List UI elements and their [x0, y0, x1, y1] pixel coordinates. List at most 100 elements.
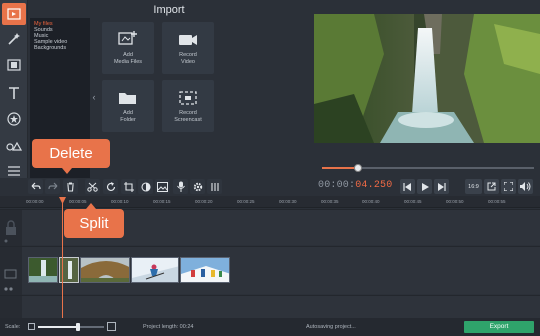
timeline-playhead[interactable]: [62, 198, 63, 318]
record-audio-button[interactable]: [173, 179, 188, 194]
folder-icon: [119, 93, 136, 104]
rotate-icon: [106, 181, 115, 191]
add-media-files-button[interactable]: Add Media Files: [102, 22, 154, 74]
record-video-label: Record Video: [179, 52, 197, 65]
delete-button[interactable]: [63, 179, 78, 194]
video-clip[interactable]: [180, 257, 230, 283]
more-tools-button[interactable]: [2, 160, 26, 182]
ruler-tick: 00:00:10: [111, 199, 129, 204]
lock-icon: [4, 220, 16, 243]
external-window-icon: [487, 182, 496, 191]
waterfall-thumbnail: [29, 258, 57, 282]
play-icon: [421, 182, 429, 191]
add-media-icon: [118, 31, 137, 45]
add-folder-label: Add Folder: [120, 110, 136, 123]
split-callout: Split: [64, 203, 124, 238]
ruler-tick: 00:00:30: [279, 199, 297, 204]
ruler-tick: 00:00:25: [237, 199, 255, 204]
timeline-scale-handle[interactable]: [76, 323, 80, 331]
stickers-tool-button[interactable]: [2, 108, 26, 130]
contrast-icon: [140, 181, 151, 192]
text-t-icon: [9, 87, 19, 99]
video-editor-window: My files Sounds Music Sample video Backg…: [0, 0, 540, 336]
timeline-scale-slider[interactable]: [38, 326, 78, 328]
redo-button[interactable]: [45, 179, 60, 194]
fullscreen-button[interactable]: [501, 179, 516, 194]
trash-icon: [67, 181, 74, 192]
scale-label: Scale:: [5, 324, 21, 330]
ruler-tick: 00:00:45: [404, 199, 422, 204]
rock-arch-thumbnail: [81, 258, 129, 282]
timeline-scale-track: [78, 326, 104, 328]
split-button[interactable]: [85, 179, 100, 194]
crop-button[interactable]: [121, 179, 136, 194]
filters-tool-button[interactable]: [2, 54, 26, 76]
track-visibility-icon: [4, 269, 17, 291]
import-icon: [7, 8, 21, 20]
gear-icon: [193, 182, 202, 191]
ruler-tick: 00:00:20: [195, 199, 213, 204]
status-bar: Scale: Project length: 00:24 Autosaving …: [0, 318, 540, 336]
import-panel-title: Import: [153, 4, 185, 16]
play-button[interactable]: [417, 179, 432, 194]
star-badge-icon: [7, 112, 21, 126]
autosave-status: Autosaving project...: [306, 324, 356, 330]
magic-wand-tool-button[interactable]: [2, 28, 26, 50]
titles-tool-button[interactable]: [2, 82, 26, 104]
magic-wand-icon: [8, 33, 20, 45]
ruler-tick: 00:00:35: [321, 199, 339, 204]
video-clip[interactable]: [131, 257, 179, 283]
audio-track[interactable]: [0, 295, 540, 319]
volume-button[interactable]: [518, 179, 533, 194]
playback-scrubber[interactable]: [322, 164, 534, 172]
delete-callout-text: Delete: [49, 145, 93, 162]
equalizer-button[interactable]: [207, 179, 222, 194]
record-screencast-button[interactable]: Record Screencast: [162, 80, 214, 132]
skip-back-icon: [403, 182, 411, 191]
equalizer-icon: [210, 182, 219, 191]
project-length: Project length: 00:24: [143, 324, 194, 330]
video-clip[interactable]: [28, 257, 58, 283]
skip-forward-icon: [438, 182, 446, 191]
redo-icon: [47, 182, 57, 190]
scissors-icon: [87, 182, 98, 192]
aspect-ratio-button[interactable]: 16:9: [465, 179, 482, 194]
timeline-ruler[interactable]: 00:00:00 00:00:05 00:00:10 00:00:15 00:0…: [0, 196, 540, 208]
add-folder-button[interactable]: Add Folder: [102, 80, 154, 132]
zoom-out-icon[interactable]: [28, 323, 35, 330]
ruler-tick: 00:00:05: [69, 199, 87, 204]
import-tool-button[interactable]: [2, 3, 26, 25]
film-icon: [7, 59, 21, 71]
microphone-icon: [176, 181, 185, 192]
tool-sidebar: [0, 0, 28, 178]
category-backgrounds[interactable]: Backgrounds: [30, 45, 90, 51]
timecode-current: 04.250: [355, 180, 393, 191]
video-clip[interactable]: [80, 257, 130, 283]
next-frame-button[interactable]: [434, 179, 449, 194]
list-icon: [8, 166, 20, 176]
add-media-files-label: Add Media Files: [113, 52, 143, 65]
zoom-in-icon[interactable]: [107, 322, 116, 331]
playback-scrubber-handle[interactable]: [354, 164, 363, 172]
export-button[interactable]: Export: [464, 321, 534, 333]
transitions-tool-button[interactable]: [2, 134, 26, 156]
ruler-tick: 00:00:00: [26, 199, 44, 204]
undock-preview-button[interactable]: [484, 179, 499, 194]
delete-callout: Delete: [32, 139, 110, 174]
video-track-header: [0, 247, 22, 295]
previous-frame-button[interactable]: [400, 179, 415, 194]
collapse-panel-arrow-icon[interactable]: ‹: [90, 90, 98, 104]
ruler-tick: 00:00:50: [446, 199, 464, 204]
fullscreen-icon: [504, 182, 513, 191]
split-callout-text: Split: [79, 215, 109, 232]
clip-properties-button[interactable]: [155, 179, 170, 194]
ruler-tick: 00:00:40: [362, 199, 380, 204]
undo-icon: [31, 182, 41, 190]
color-adjust-button[interactable]: [138, 179, 153, 194]
skiers-group-thumbnail: [181, 258, 229, 282]
ruler-tick: 00:00:55: [488, 199, 506, 204]
settings-button[interactable]: [190, 179, 205, 194]
record-video-button[interactable]: Record Video: [162, 22, 214, 74]
undo-button[interactable]: [28, 179, 43, 194]
rotate-button[interactable]: [103, 179, 118, 194]
